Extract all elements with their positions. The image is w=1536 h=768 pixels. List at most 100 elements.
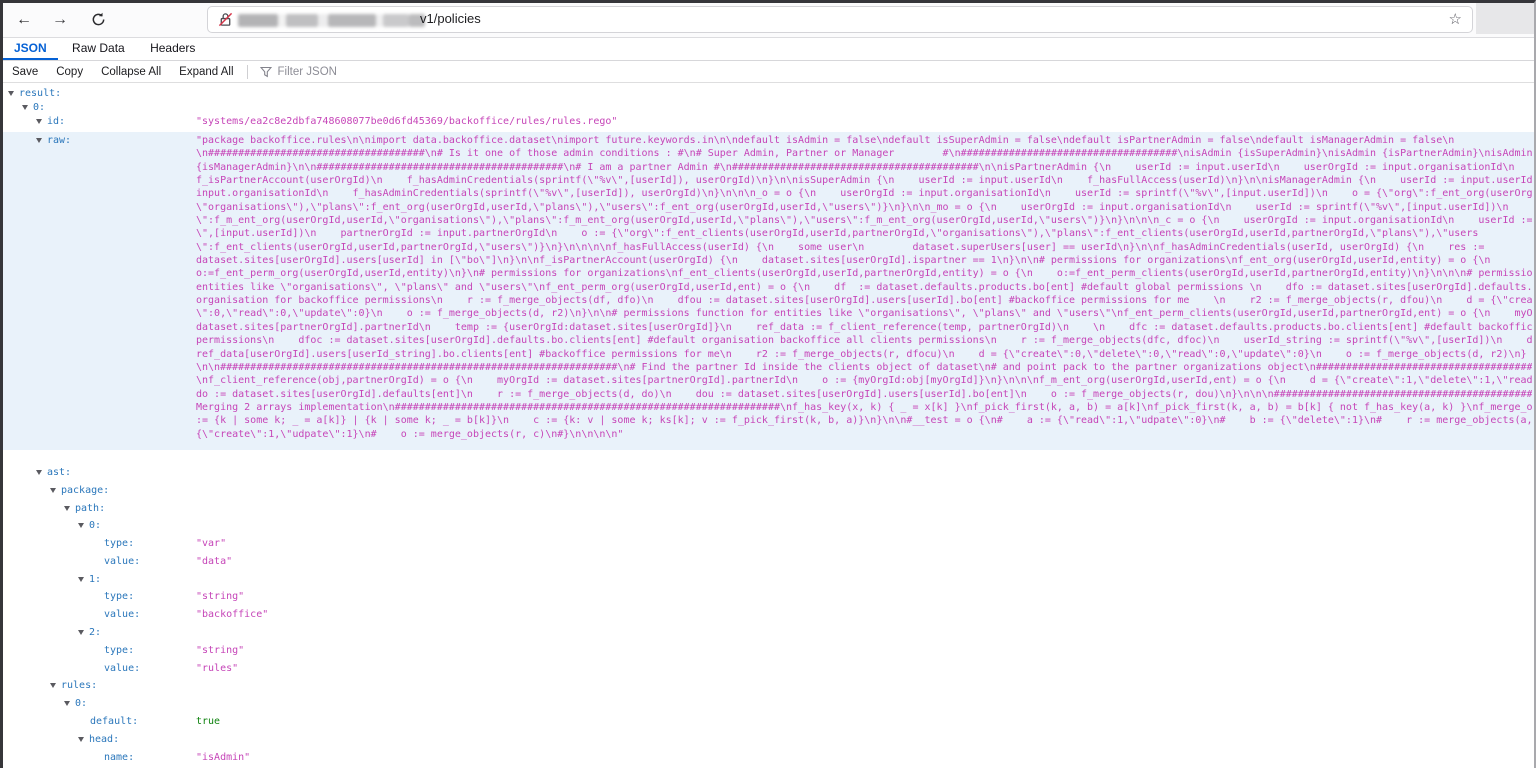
- insecure-lock-icon[interactable]: [218, 12, 233, 27]
- json-key: type:: [104, 538, 134, 549]
- json-value: "isAdmin": [196, 749, 250, 767]
- raw-line: \"organisations\"),\"plans\":f_ent_org(u…: [196, 201, 1532, 214]
- reload-icon: [91, 12, 106, 27]
- tree-top-rows: result:0:id:"systems/ea2c8e2dbfa74860807…: [3, 87, 1534, 129]
- json-tree-row[interactable]: path:: [3, 500, 1534, 518]
- url-bar[interactable]: v1/policies ☆: [207, 6, 1473, 33]
- json-value: "rules": [196, 660, 238, 678]
- json-tree-row[interactable]: 0:: [3, 101, 1534, 115]
- raw-line: \n\n####################################…: [196, 361, 1532, 374]
- json-key: raw:: [47, 135, 71, 146]
- filter-json-input[interactable]: [276, 65, 500, 79]
- twisty-icon[interactable]: [36, 119, 42, 124]
- toolbar-divider: [247, 65, 248, 79]
- raw-line: \",[input.userId])\n partnerOrgId := inp…: [196, 227, 1532, 240]
- json-tree-row-raw[interactable]: raw: "package backoffice.rules\n\nimport…: [3, 132, 1534, 450]
- json-key: type:: [104, 645, 134, 656]
- tab-headers[interactable]: Headers: [139, 38, 206, 58]
- json-tree-row[interactable]: value:"data": [3, 553, 1534, 571]
- raw-line: "package backoffice.rules\n\nimport data…: [196, 134, 1532, 147]
- reload-button[interactable]: [85, 7, 111, 33]
- twisty-icon[interactable]: [8, 91, 14, 96]
- json-tree-row[interactable]: default:true: [3, 713, 1534, 731]
- raw-line: do := dataset.sites[userOrgId].defaults[…: [196, 388, 1532, 401]
- json-tree-row[interactable]: value: "backoffice": [3, 606, 1534, 624]
- expand-all-button[interactable]: Expand All: [170, 62, 242, 82]
- json-tree-row[interactable]: type: "var": [3, 535, 1534, 553]
- json-key: path:: [75, 503, 105, 514]
- json-tree-row[interactable]: value: "rules": [3, 660, 1534, 678]
- twisty-icon[interactable]: [22, 105, 28, 110]
- raw-line: \":0,\"read\":0,\"update\":0}\n o := f_m…: [196, 307, 1532, 320]
- raw-line: permissions\n dfoc := dataset.sites[user…: [196, 334, 1532, 347]
- json-tree-row[interactable]: 0:: [3, 517, 1534, 535]
- tree-ast-rows: ast:package:path:0:type:"var"value:"data…: [3, 464, 1534, 767]
- json-tree: result:0:id:"systems/ea2c8e2dbfa74860807…: [3, 83, 1534, 766]
- back-icon: ←: [16, 11, 32, 28]
- json-key: value:: [104, 663, 140, 674]
- jsonviewer-toolbar: Save Copy Collapse All Expand All: [3, 61, 1534, 83]
- json-tree-row[interactable]: ast:: [3, 464, 1534, 482]
- twisty-icon[interactable]: [50, 683, 56, 688]
- json-tree-row[interactable]: name: "isAdmin": [3, 749, 1534, 767]
- json-key: 0:: [75, 698, 87, 709]
- window-edge-shade: [1476, 3, 1534, 34]
- json-value: "string": [196, 642, 244, 660]
- twisty-icon[interactable]: [78, 577, 84, 582]
- json-key: default:: [90, 716, 138, 727]
- json-key: value:: [104, 609, 140, 620]
- raw-line: \":f_m_ent_org(userOrgId,userId,\"organi…: [196, 214, 1532, 227]
- url-text: v1/policies: [420, 11, 481, 26]
- json-value: "data": [196, 553, 232, 571]
- json-tree-row[interactable]: head:: [3, 731, 1534, 749]
- json-key: 0:: [89, 520, 101, 531]
- jsonviewer-tabbar: JSON Raw Data Headers: [3, 38, 1534, 61]
- json-tree-row[interactable]: id:"systems/ea2c8e2dbfa748608077be0d6fd4…: [3, 115, 1534, 129]
- json-key: name:: [104, 752, 134, 763]
- tab-json[interactable]: JSON: [3, 38, 58, 60]
- twisty-icon[interactable]: [36, 470, 42, 475]
- twisty-icon[interactable]: [78, 523, 84, 528]
- raw-line: f_isPartnerAccount(userOrgId)\n f_hasAdm…: [196, 174, 1532, 187]
- json-key: ast:: [47, 467, 71, 478]
- json-key: 2:: [89, 627, 101, 638]
- raw-line: := {k | some k; _ = a[k]} | {k | some k;…: [196, 414, 1532, 427]
- twisty-icon[interactable]: [36, 138, 42, 143]
- json-value: "string": [196, 588, 244, 606]
- json-tree-row[interactable]: result:: [3, 87, 1534, 101]
- json-tree-row[interactable]: rules:: [3, 677, 1534, 695]
- copy-button[interactable]: Copy: [47, 62, 92, 82]
- twisty-icon[interactable]: [50, 488, 56, 493]
- redacted-url-segment: [238, 14, 425, 27]
- raw-line: {\"create\":1,\"udpate\":1}\n# o := merg…: [196, 428, 1532, 441]
- json-tree-row[interactable]: type: "string": [3, 588, 1534, 606]
- json-key: type:: [104, 591, 134, 602]
- raw-line: {isManagerAdmin}\n\n####################…: [196, 161, 1532, 174]
- raw-line: Merging 2 arrays implementation\n#######…: [196, 401, 1532, 414]
- forward-button[interactable]: →: [47, 7, 73, 33]
- json-tree-row[interactable]: type: "string": [3, 642, 1534, 660]
- raw-line: dataset.sites[userOrgId].users[userId] i…: [196, 254, 1532, 267]
- twisty-icon[interactable]: [64, 701, 70, 706]
- json-value: "var": [196, 535, 226, 553]
- filter-funnel-icon: [260, 66, 272, 78]
- json-key: rules:: [61, 680, 97, 691]
- browser-window: ← → v1/policies ☆ JSON Raw Data Headers …: [0, 0, 1536, 768]
- json-tree-row[interactable]: package:: [3, 482, 1534, 500]
- save-button[interactable]: Save: [3, 62, 47, 82]
- collapse-all-button[interactable]: Collapse All: [92, 62, 170, 82]
- raw-line: entities like \"organisations\", \"plans…: [196, 281, 1532, 294]
- twisty-icon[interactable]: [64, 506, 70, 511]
- json-tree-row[interactable]: 0:: [3, 695, 1534, 713]
- bookmark-star-icon[interactable]: ☆: [1449, 10, 1462, 28]
- back-button[interactable]: ←: [11, 7, 37, 33]
- twisty-icon[interactable]: [78, 630, 84, 635]
- json-key: package:: [61, 485, 109, 496]
- twisty-icon[interactable]: [78, 737, 84, 742]
- raw-line: \":f_ent_clients(userOrgId,userId,partne…: [196, 241, 1532, 254]
- tab-raw-data[interactable]: Raw Data: [61, 38, 136, 58]
- json-tree-row[interactable]: 1:: [3, 571, 1534, 589]
- raw-string-value: "package backoffice.rules\n\nimport data…: [196, 134, 1532, 441]
- json-value: "backoffice": [196, 606, 268, 624]
- json-tree-row[interactable]: 2:: [3, 624, 1534, 642]
